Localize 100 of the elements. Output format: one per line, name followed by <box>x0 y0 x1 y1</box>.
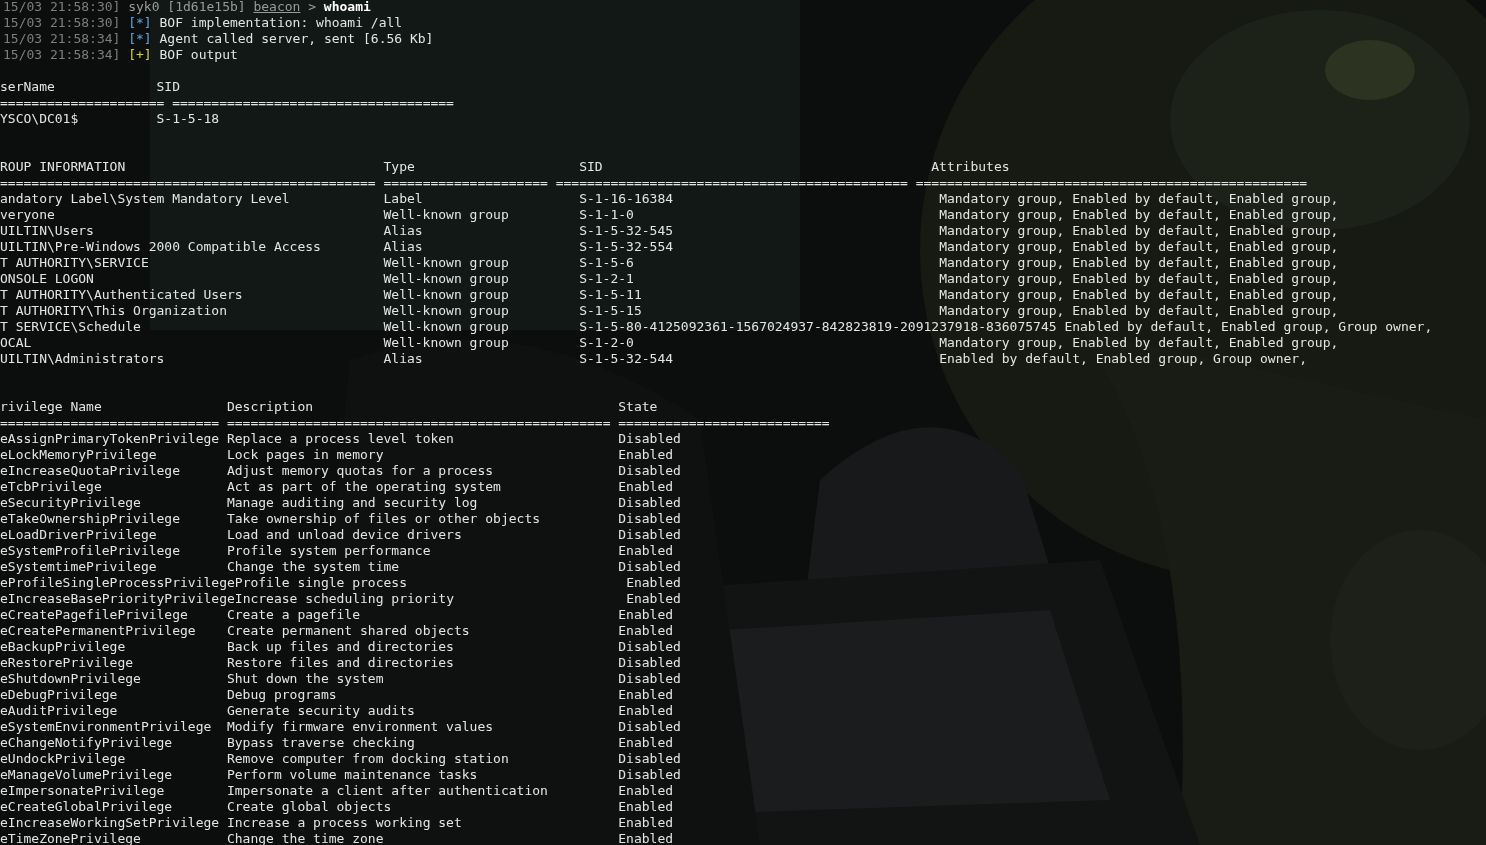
table-cell: Enabled <box>618 735 674 751</box>
table-cell-text: Increase scheduling priority <box>234 591 455 607</box>
table-cell-text: eIncreaseQuotaPrivilege <box>0 463 181 479</box>
table-cell: eIncreaseBasePriorityPrivilege <box>0 591 235 607</box>
table-cell-text: eSystemtimePrivilege <box>0 559 158 575</box>
table-cell-text: Label <box>383 191 424 207</box>
table-cell-text: eAssignPrimaryTokenPrivilege <box>0 431 221 447</box>
table-cell: Disabled <box>618 511 681 527</box>
column-header: Description <box>226 399 315 415</box>
session-id: [1d61e15b] <box>167 0 246 15</box>
table-cell-text: Bypass traverse checking <box>226 735 416 751</box>
table-cell-text: Load and unload device drivers <box>226 527 463 543</box>
table-cell-text: eDebugPrivilege <box>0 687 119 703</box>
table-cell: Enabled <box>618 703 674 719</box>
table-cell-text: Act as part of the operating system <box>226 479 502 495</box>
separator-line: ================================================= <box>226 415 611 431</box>
table-cell-text: Take ownership of files or other objects <box>226 511 542 527</box>
table-cell: Enabled <box>618 623 674 639</box>
table-cell-text: eLockMemoryPrivilege <box>0 447 158 463</box>
table-cell-text: S-1-16-16384 <box>579 191 675 207</box>
separator-line: ================================================ <box>0 175 376 191</box>
table-cell-text: eTcbPrivilege <box>0 479 103 495</box>
separator-line: ============================================= <box>555 175 908 191</box>
table-cell-text: YSCO\DC01$ <box>0 111 80 127</box>
timestamp: 15/03 21:58:34] <box>2 47 121 63</box>
table-cell-text: UILTIN\Users <box>0 223 95 239</box>
table-cell: Disabled <box>618 527 681 543</box>
table-cell: Enabled <box>618 687 674 703</box>
table-cell-text: eSystemEnvironmentPrivilege <box>0 719 213 735</box>
log-message: Agent called server, sent [6.56 Kb] <box>159 31 434 47</box>
column-header: rivilege Name <box>0 399 103 415</box>
table-cell: S-1-5-18 <box>156 111 220 127</box>
separator-line: ================================================== <box>915 175 1308 191</box>
separator-line: ==================================== <box>172 95 454 111</box>
table-cell: Enabled <box>618 543 674 559</box>
table-cell: Disabled <box>618 719 681 735</box>
table-cell-text: eTakeOwnershipPrivilege <box>0 511 181 527</box>
table-cell: Mandatory group, Enabled by default, Enabled group, <box>939 191 1339 207</box>
table-cell-text: S-1-5-6 <box>579 255 635 271</box>
column-header: State <box>618 399 658 415</box>
table-cell: Disabled <box>618 751 681 767</box>
table-cell: Mandatory group, Enabled by default, Enabled group, <box>939 255 1339 271</box>
table-cell-text: Shut down the system <box>226 671 385 687</box>
table-cell-text: UILTIN\Pre-Windows 2000 Compatible Access <box>0 239 322 255</box>
table-cell-text: eBackupPrivilege <box>0 639 127 655</box>
table-cell-text: Profile single process <box>234 575 408 591</box>
table-cell: Enabled <box>626 591 681 607</box>
table-cell: Disabled <box>618 655 681 671</box>
table-cell-text: eImpersonatePrivilege <box>0 783 166 799</box>
table-cell-text: eLoadDriverPrivilege <box>0 527 158 543</box>
table-cell-text: S-1-5-32-544 <box>579 351 675 367</box>
table-cell: Disabled <box>618 639 681 655</box>
table-cell-text: Back up files and directories <box>226 639 455 655</box>
table-cell-text: Replace a process level token <box>226 431 455 447</box>
column-header: Type <box>383 159 416 175</box>
table-cell-text: eCreatePagefilePrivilege <box>0 607 189 623</box>
table-cell-text: Well-known group <box>383 255 510 271</box>
table-cell-text: eChangeNotifyPrivilege <box>0 735 174 751</box>
table-cell-text: eSecurityPrivilege <box>0 495 142 511</box>
table-cell-text: UILTIN\Administrators <box>0 351 166 367</box>
table-cell-text: Lock pages in memory <box>226 447 385 463</box>
table-cell-text: Remove computer from docking station <box>226 751 510 767</box>
table-cell: Enabled <box>618 607 674 623</box>
table-cell-text: Alias <box>383 239 424 255</box>
table-cell: Enabled <box>618 799 674 815</box>
table-cell-text: T AUTHORITY\This Organization <box>0 303 228 319</box>
table-cell: eProfileSingleProcessPrivilege <box>0 575 235 591</box>
table-cell: Mandatory group, Enabled by default, Enabled group, <box>939 303 1339 319</box>
table-cell: Enabled <box>618 479 674 495</box>
prompt-arrow: > <box>308 0 317 15</box>
timestamp: 15/03 21:58:30] <box>2 15 121 31</box>
table-cell: Disabled <box>618 463 681 479</box>
column-header: serName <box>0 79 56 95</box>
timestamp: 15/03 21:58:34] <box>2 31 121 47</box>
table-cell-text: eSystemProfilePrivilege <box>0 543 181 559</box>
status-tag: [*] <box>128 31 152 47</box>
table-cell-text: S-1-5-32-554 <box>579 239 675 255</box>
table-cell: Mandatory group, Enabled by default, Enabled group, <box>939 223 1339 239</box>
command-text: whoami <box>323 0 371 15</box>
module-name: beacon <box>253 0 301 15</box>
table-cell-text: Create a pagefile <box>226 607 362 623</box>
table-cell-text: Generate security audits <box>226 703 416 719</box>
table-cell-text: eShutdownPrivilege <box>0 671 142 687</box>
table-cell: Enabled by default, Enabled group, Group owner, <box>939 351 1307 367</box>
table-cell-text: T AUTHORITY\SERVICE <box>0 255 150 271</box>
table-cell-text: Well-known group <box>383 207 510 223</box>
table-cell-text: Create permanent shared objects <box>226 623 471 639</box>
table-cell: Enabled <box>618 783 674 799</box>
table-cell: Disabled <box>618 495 681 511</box>
table-cell-text: Change the time zone <box>226 831 385 845</box>
status-tag: [+] <box>128 47 152 63</box>
table-cell-text: Impersonate a client after authentication <box>226 783 549 799</box>
table-cell: Enabled <box>618 447 674 463</box>
log-message: BOF output <box>159 47 238 63</box>
prompt-user: syk0 <box>128 0 160 15</box>
table-cell-text: ONSOLE LOGON <box>0 271 95 287</box>
column-header: Attributes <box>931 159 1010 175</box>
table-cell-text: Alias <box>383 351 424 367</box>
table-cell-text: S-1-2-0 <box>579 335 635 351</box>
table-cell-text: Well-known group <box>383 335 510 351</box>
